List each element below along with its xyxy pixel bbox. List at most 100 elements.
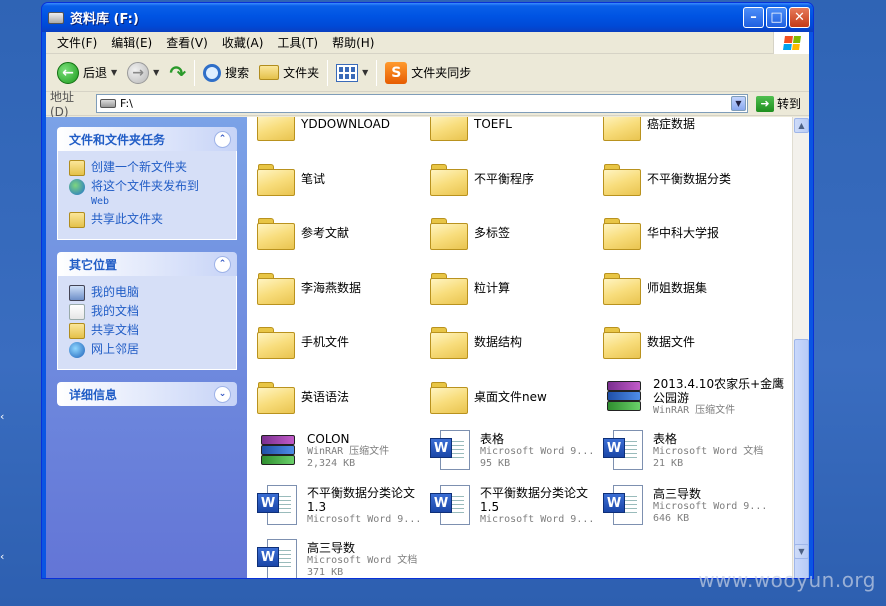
task-new-folder[interactable]: 创建一个新文件夹 bbox=[69, 160, 228, 176]
place-network[interactable]: 网上邻居 bbox=[69, 342, 228, 358]
other-places-panel: 其它位置 ⌃ 我的电脑 我的文档 共享文档 网上邻居 bbox=[57, 252, 237, 370]
word-document-icon: W bbox=[603, 484, 647, 527]
folders-button[interactable]: 文件夹 bbox=[254, 58, 324, 88]
chevron-down-icon[interactable]: ▼ bbox=[362, 68, 368, 77]
file-item[interactable]: W 不平衡数据分类论文1.5 Microsoft Word 9... bbox=[424, 479, 597, 534]
file-item[interactable]: 2013.4.10农家乐+金鹰公园游 WinRAR 压缩文件 bbox=[597, 370, 791, 425]
word-document-icon: W bbox=[603, 430, 647, 472]
go-button[interactable]: ➜ 转到 bbox=[752, 95, 805, 112]
folder-item[interactable]: TOEFL bbox=[424, 117, 597, 152]
chevron-down-icon[interactable]: ▼ bbox=[111, 68, 117, 77]
folder-icon bbox=[257, 162, 295, 196]
file-name: 不平衡数据分类论文1.3 bbox=[307, 485, 416, 514]
file-size: 2,324 KB bbox=[307, 458, 356, 470]
folder-item[interactable]: 英语语法 bbox=[251, 370, 424, 425]
file-item[interactable]: W 不平衡数据分类论文1.3 Microsoft Word 9... bbox=[251, 479, 424, 534]
chevron-down-icon[interactable]: ▼ bbox=[153, 68, 159, 77]
file-name: 华中科大学报 bbox=[647, 226, 720, 241]
forward-button[interactable]: → ▼ bbox=[122, 58, 164, 88]
folder-item[interactable]: 笔试 bbox=[251, 152, 424, 207]
folder-item[interactable]: 多标签 bbox=[424, 206, 597, 261]
file-type: WinRAR 压缩文件 bbox=[653, 404, 736, 416]
collapse-icon[interactable]: ⌃ bbox=[214, 255, 231, 273]
file-name: TOEFL bbox=[474, 117, 512, 132]
file-type: Microsoft Word 9... bbox=[480, 513, 595, 525]
menu-help[interactable]: 帮助(H) bbox=[325, 34, 381, 51]
folder-item[interactable]: 数据文件 bbox=[597, 315, 791, 370]
task-label: 创建一个新文件夹 bbox=[91, 160, 188, 174]
file-list-view[interactable]: YDDOWNLOAD TOEFL 癌症数据笔试 不平衡程序 不平衡数据分类参考文献 多标签… bbox=[247, 117, 809, 578]
scroll-up-icon[interactable]: ▲ bbox=[794, 118, 809, 133]
file-name: 多标签 bbox=[474, 226, 511, 241]
other-places-header[interactable]: 其它位置 ⌃ bbox=[57, 252, 237, 276]
place-my-computer[interactable]: 我的电脑 bbox=[69, 285, 228, 301]
file-name: 参考文献 bbox=[301, 226, 350, 241]
folder-item[interactable]: 不平衡数据分类 bbox=[597, 152, 791, 207]
file-size: 95 KB bbox=[480, 458, 511, 470]
menu-tools[interactable]: 工具(T) bbox=[270, 34, 325, 51]
address-input[interactable]: F:\ ▼ bbox=[96, 94, 748, 113]
folder-icon bbox=[430, 325, 468, 360]
folder-icon bbox=[257, 271, 295, 305]
task-label: 将这个文件夹发布到 bbox=[91, 179, 200, 193]
folder-item[interactable]: 手机文件 bbox=[251, 315, 424, 370]
place-shared-documents[interactable]: 共享文档 bbox=[69, 323, 228, 339]
folder-sync-button[interactable]: S 文件夹同步 bbox=[380, 58, 476, 88]
file-name: 手机文件 bbox=[301, 335, 350, 350]
minimize-button[interactable]: – bbox=[743, 7, 764, 28]
place-my-documents[interactable]: 我的文档 bbox=[69, 304, 228, 320]
folder-item[interactable]: 华中科大学报 bbox=[597, 206, 791, 261]
file-item[interactable]: COLON WinRAR 压缩文件 2,324 KB bbox=[251, 424, 424, 479]
desktop-edge-glyph: ‹ bbox=[0, 410, 5, 423]
place-label: 我的文档 bbox=[91, 304, 140, 318]
folder-item[interactable]: 粒计算 bbox=[424, 261, 597, 316]
close-button[interactable]: ✕ bbox=[789, 7, 810, 28]
file-tasks-header[interactable]: 文件和文件夹任务 ⌃ bbox=[57, 127, 237, 151]
folder-item[interactable]: 数据结构 bbox=[424, 315, 597, 370]
scroll-down-icon[interactable]: ▼ bbox=[794, 544, 809, 559]
file-name: 师姐数据集 bbox=[647, 280, 708, 295]
file-item[interactable]: W 表格 Microsoft Word 9... 95 KB bbox=[424, 424, 597, 479]
file-item[interactable]: W 表格 Microsoft Word 文档 21 KB bbox=[597, 424, 791, 479]
folder-item[interactable]: 癌症数据 bbox=[597, 117, 791, 152]
file-item[interactable]: W 高三导数 Microsoft Word 文档 371 KB bbox=[251, 533, 424, 578]
menu-view[interactable]: 查看(V) bbox=[159, 34, 215, 51]
folder-item[interactable]: 桌面文件new bbox=[424, 370, 597, 425]
up-button[interactable]: ↷ bbox=[164, 58, 191, 88]
search-icon bbox=[203, 63, 222, 82]
task-publish-web[interactable]: 将这个文件夹发布到 Web bbox=[69, 179, 228, 209]
file-type: Microsoft Word 9... bbox=[653, 500, 768, 512]
file-size: 21 KB bbox=[653, 458, 684, 470]
word-document-icon: W bbox=[257, 539, 301, 578]
details-header[interactable]: 详细信息 ⌄ bbox=[57, 382, 237, 406]
folder-item[interactable]: 参考文献 bbox=[251, 206, 424, 261]
drive-icon bbox=[48, 11, 64, 24]
menu-file[interactable]: 文件(F) bbox=[50, 34, 104, 51]
folder-item[interactable]: YDDOWNLOAD bbox=[251, 117, 424, 152]
collapse-icon[interactable]: ⌃ bbox=[214, 130, 231, 148]
views-button[interactable]: ▼ bbox=[331, 58, 373, 88]
search-label: 搜索 bbox=[225, 66, 250, 80]
folder-item[interactable]: 师姐数据集 bbox=[597, 261, 791, 316]
address-bar: 地址(D) F:\ ▼ ➜ 转到 bbox=[46, 90, 809, 119]
sync-icon: S bbox=[385, 61, 408, 84]
folder-item[interactable]: 李海燕数据 bbox=[251, 261, 424, 316]
back-button[interactable]: ← 后退 ▼ bbox=[52, 58, 122, 88]
menu-edit[interactable]: 编辑(E) bbox=[104, 34, 159, 51]
folder-icon bbox=[257, 117, 295, 142]
vertical-scrollbar[interactable]: ▲ ▼ bbox=[792, 117, 809, 578]
title-bar[interactable]: 资料库 (F:) – □ ✕ bbox=[42, 3, 813, 32]
folder-item[interactable]: 不平衡程序 bbox=[424, 152, 597, 207]
scroll-thumb[interactable] bbox=[794, 339, 809, 578]
search-button[interactable]: 搜索 bbox=[198, 58, 254, 88]
folder-icon bbox=[257, 380, 295, 414]
chevron-down-icon[interactable]: ▼ bbox=[730, 96, 746, 111]
network-icon bbox=[69, 342, 85, 358]
file-type: Microsoft Word 9... bbox=[480, 446, 595, 458]
menu-favorites[interactable]: 收藏(A) bbox=[215, 34, 271, 51]
expand-icon[interactable]: ⌄ bbox=[214, 385, 231, 403]
maximize-button[interactable]: □ bbox=[766, 7, 787, 28]
task-share-folder[interactable]: 共享此文件夹 bbox=[69, 212, 228, 228]
folder-icon bbox=[603, 216, 641, 251]
file-item[interactable]: W 高三导数 Microsoft Word 9... 646 KB bbox=[597, 479, 791, 534]
